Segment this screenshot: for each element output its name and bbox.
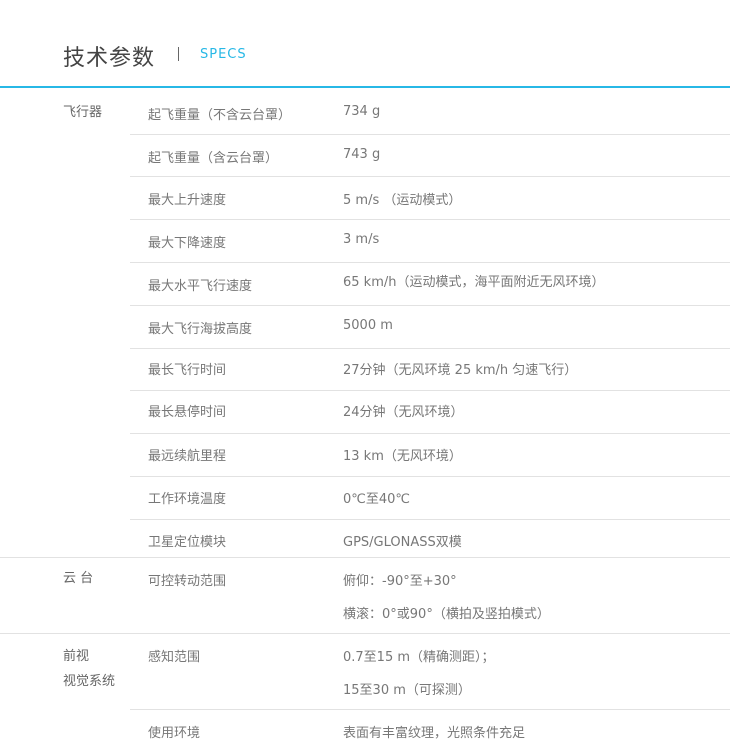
spec-value: 3 m/s <box>343 232 380 247</box>
spec-label: 可控转动范围 <box>148 574 227 589</box>
spec-rows: 感知范围 0.7至15 m（精确测距）； 15至30 m（可探测） 使用环境 表… <box>130 634 730 750</box>
spec-row: 最大上升速度 5 m/s （运动模式） <box>130 176 730 219</box>
spec-value: 27分钟（无风环境 25 km/h 匀速飞行） <box>343 363 578 378</box>
section-category: 飞行器 <box>63 105 103 120</box>
spec-label: 最大上升速度 <box>148 193 227 208</box>
spec-row: 最长悬停时间 24分钟（无风环境） <box>130 390 730 433</box>
spec-label: 最大飞行海拔高度 <box>148 322 253 337</box>
spec-value: 743 g <box>343 147 381 162</box>
spec-value: 734 g <box>343 104 381 119</box>
spec-row: 起飞重量（不含云台罩） 734 g <box>130 88 730 134</box>
spec-label: 起飞重量（不含云台罩） <box>148 108 292 123</box>
section-category-line: 前视 <box>63 649 90 664</box>
section-category: 云 台 <box>63 571 94 586</box>
spec-label: 卫星定位模块 <box>148 535 227 550</box>
spec-label: 最大下降速度 <box>148 236 227 251</box>
spec-row: 最远续航里程 13 km（无风环境） <box>130 433 730 476</box>
section-forward-vision: 前视 视觉系统 感知范围 0.7至15 m（精确测距）； 15至30 m（可探测… <box>0 633 730 749</box>
spec-row: 感知范围 0.7至15 m（精确测距）； 15至30 m（可探测） <box>130 634 730 709</box>
spec-value: 0℃至40℃ <box>343 492 411 507</box>
spec-row: 最长飞行时间 27分钟（无风环境 25 km/h 匀速飞行） <box>130 348 730 390</box>
spec-row: 可控转动范围 俯仰：-90°至+30° 横滚：0°或90°（横拍及竖拍模式） <box>130 558 730 633</box>
spec-row: 起飞重量（含云台罩） 743 g <box>130 134 730 176</box>
section-category-line: 视觉系统 <box>63 674 116 689</box>
spec-row: 最大飞行海拔高度 5000 m <box>130 305 730 348</box>
spec-row: 卫星定位模块 GPS/GLONASS双模 <box>130 519 730 562</box>
specs-header: 技术参数 SPECS <box>0 0 730 88</box>
spec-label: 最大水平飞行速度 <box>148 279 253 294</box>
spec-value: 24分钟（无风环境） <box>343 405 464 420</box>
spec-label: 起飞重量（含云台罩） <box>148 151 279 166</box>
spec-label: 感知范围 <box>148 650 201 665</box>
page-subtitle: SPECS <box>200 47 247 62</box>
spec-rows: 可控转动范围 俯仰：-90°至+30° 横滚：0°或90°（横拍及竖拍模式） <box>130 558 730 633</box>
spec-value-line: 0.7至15 m（精确测距）； <box>343 650 495 665</box>
spec-label: 最长飞行时间 <box>148 363 227 378</box>
spec-row: 最大下降速度 3 m/s <box>130 219 730 262</box>
title-divider <box>178 47 179 61</box>
spec-value: 65 km/h（运动模式，海平面附近无风环境） <box>343 275 605 290</box>
spec-row: 工作环境温度 0℃至40℃ <box>130 476 730 519</box>
section-aircraft: 飞行器 起飞重量（不含云台罩） 734 g 起飞重量（含云台罩） 743 g 最… <box>0 88 730 557</box>
spec-value: 13 km（无风环境） <box>343 449 462 464</box>
spec-value-line: 横滚：0°或90°（横拍及竖拍模式） <box>343 607 550 622</box>
spec-label: 最长悬停时间 <box>148 405 227 420</box>
page-title: 技术参数 <box>63 46 156 71</box>
spec-value: 5000 m <box>343 318 393 333</box>
spec-value-line: 15至30 m（可探测） <box>343 683 471 698</box>
spec-label: 最远续航里程 <box>148 449 227 464</box>
section-gimbal: 云 台 可控转动范围 俯仰：-90°至+30° 横滚：0°或90°（横拍及竖拍模… <box>0 557 730 633</box>
spec-value: GPS/GLONASS双模 <box>343 535 462 550</box>
spec-row: 使用环境 表面有丰富纹理，光照条件充足 <box>130 709 730 750</box>
spec-row: 最大水平飞行速度 65 km/h（运动模式，海平面附近无风环境） <box>130 262 730 305</box>
spec-value: 表面有丰富纹理，光照条件充足 <box>343 726 526 741</box>
spec-rows: 起飞重量（不含云台罩） 734 g 起飞重量（含云台罩） 743 g 最大上升速… <box>130 88 730 562</box>
spec-label: 工作环境温度 <box>148 492 227 507</box>
spec-label: 使用环境 <box>148 726 201 741</box>
spec-value-line: 俯仰：-90°至+30° <box>343 574 457 589</box>
spec-value: 5 m/s （运动模式） <box>343 193 462 208</box>
